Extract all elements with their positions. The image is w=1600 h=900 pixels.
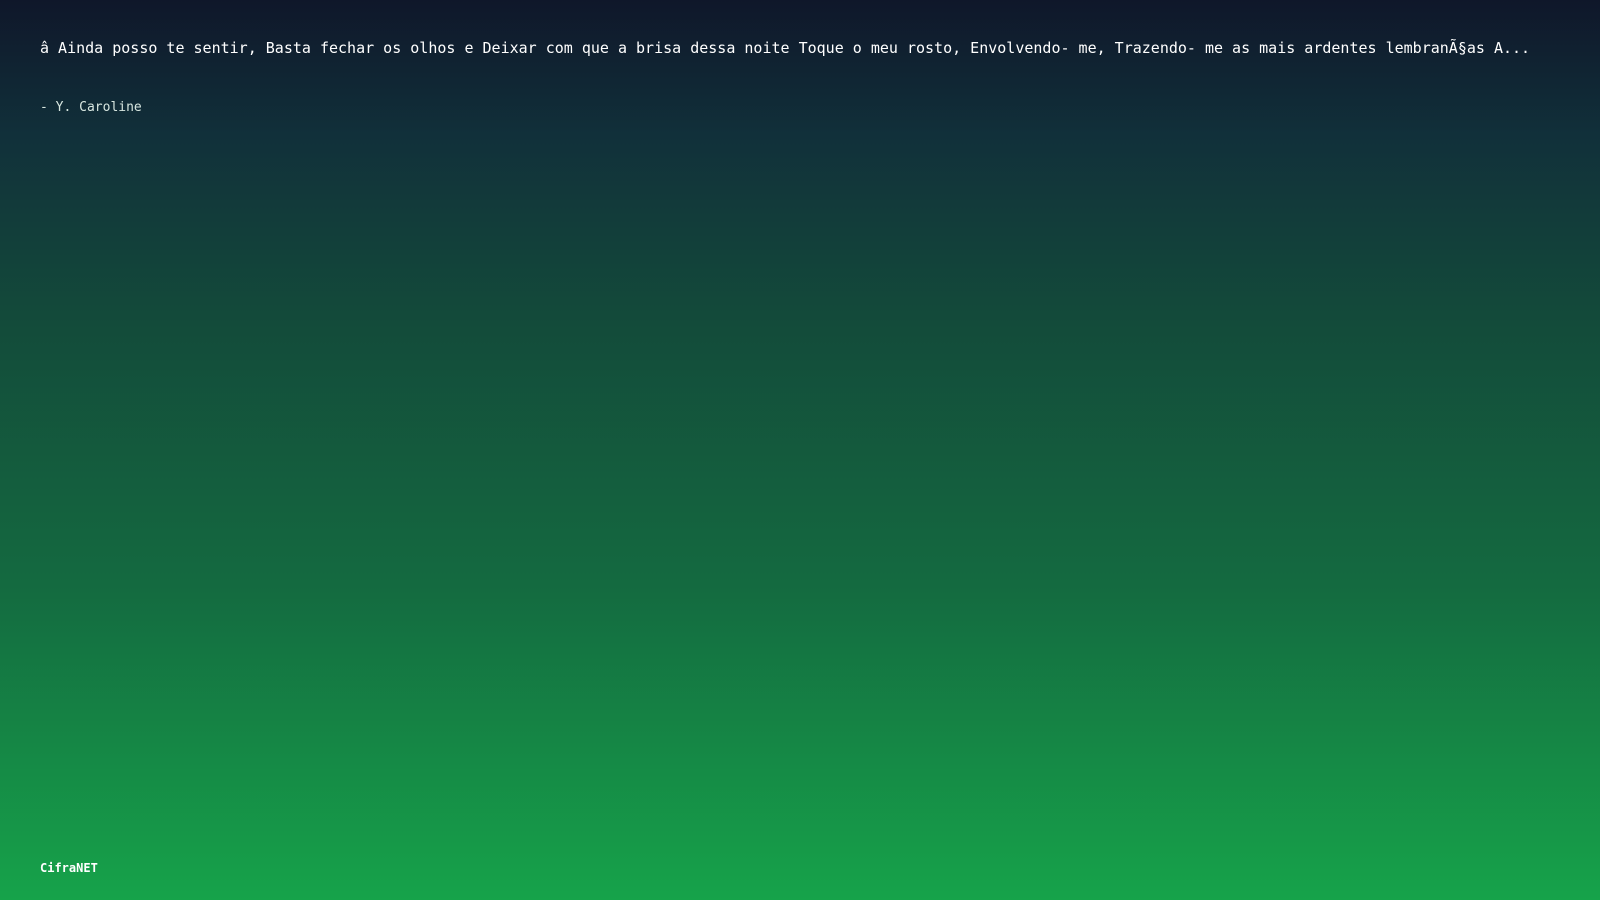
quote-text: â Ainda posso te sentir, Basta fechar os… xyxy=(40,39,1531,57)
quote-author: - Y. Caroline xyxy=(40,100,142,115)
brand-logo-text: CifraNET xyxy=(40,861,98,875)
